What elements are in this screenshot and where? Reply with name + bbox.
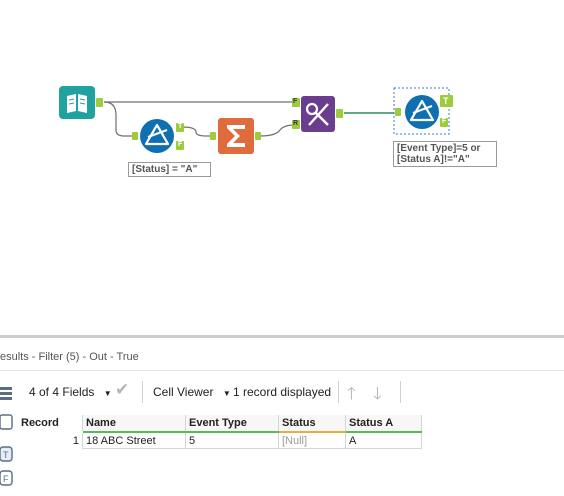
svg-text:T: T xyxy=(3,450,9,460)
apply-check-icon[interactable]: ✔ xyxy=(115,380,129,400)
join-tool[interactable]: F R xyxy=(292,95,344,133)
join-right-anchor-label: R xyxy=(293,120,299,127)
true-anchor-label: T xyxy=(443,96,449,106)
filter-tool-selected[interactable]: T F xyxy=(392,86,456,136)
false-anchor-label: F xyxy=(442,118,447,125)
filter-annotation: [Status] = "A" xyxy=(128,162,211,177)
cell-status[interactable]: [Null] xyxy=(278,432,346,449)
cell-record: 1 xyxy=(18,432,83,449)
arrow-up-icon[interactable]: 🡑 xyxy=(347,381,356,410)
join-left-anchor-label: F xyxy=(293,98,298,105)
table-row[interactable]: 1 18 ABC Street 5 [Null] A xyxy=(18,432,422,449)
results-table: Record Name Event Type Status Status A 1… xyxy=(18,415,422,449)
toolbar-divider xyxy=(338,381,339,403)
filter-annotation-line: [Event Type]=5 or xyxy=(397,143,481,154)
results-title-bar: esults - Filter (5) - Out - True xyxy=(0,338,564,371)
results-side-toolbar: T F xyxy=(0,377,16,491)
false-anchor-label: F xyxy=(178,141,183,148)
column-header-status-a[interactable]: Status A xyxy=(345,415,422,433)
fields-label: 4 of 4 Fields xyxy=(29,385,95,399)
column-header-record[interactable]: Record xyxy=(18,415,83,432)
side-toolbar-icons: T F xyxy=(0,387,13,486)
results-toolbar: 4 of 4 Fields ▼ ✔ Cell Viewer ▼ 1 record… xyxy=(18,375,564,409)
toolbar-divider xyxy=(142,381,143,403)
connection-summarize-to-join xyxy=(259,124,295,137)
table-header-row: Record Name Event Type Status Status A xyxy=(18,415,422,433)
records-displayed: 1 record displayed xyxy=(233,385,332,399)
true-anchor-label: T xyxy=(178,123,183,130)
cell-status-a[interactable]: A xyxy=(345,432,422,449)
input-anchor-icon xyxy=(0,414,13,430)
column-header-event-type[interactable]: Event Type xyxy=(185,415,279,433)
summarize-tool[interactable] xyxy=(210,117,262,155)
chevron-down-icon: ▼ xyxy=(103,389,112,398)
arrow-down-icon[interactable]: 🡓 xyxy=(373,381,382,410)
filter-tool[interactable]: T F xyxy=(132,117,186,157)
workflow-canvas[interactable]: T F [Status] = "A" F R T F [Event Type]=… xyxy=(0,0,564,335)
connection-filter-to-summarize xyxy=(181,126,212,137)
connection-input-to-filter xyxy=(103,101,134,137)
join-icon xyxy=(292,96,343,132)
filter-annotation: [Event Type]=5 or [Status A]!="A" xyxy=(393,141,497,167)
input-data-tool[interactable] xyxy=(59,86,103,119)
cell-event-type[interactable]: 5 xyxy=(185,432,279,449)
column-header-name[interactable]: Name xyxy=(82,415,186,433)
fields-dropdown[interactable]: 4 of 4 Fields ▼ xyxy=(29,385,112,399)
cell-viewer-label: Cell Viewer xyxy=(153,385,214,399)
column-header-status[interactable]: Status xyxy=(278,415,346,433)
summarize-icon xyxy=(210,118,261,154)
results-window: esults - Filter (5) - Out - True T F 4 o… xyxy=(0,335,564,491)
output-anchor xyxy=(96,98,103,107)
svg-text:F: F xyxy=(3,474,9,484)
workflow-connections xyxy=(103,101,394,137)
toolbar-divider xyxy=(400,381,401,403)
filter-icon xyxy=(393,87,453,135)
input-data-icon xyxy=(59,86,103,119)
filter-annotation-text: [Status] = "A" xyxy=(132,164,198,175)
list-view-icon xyxy=(0,387,12,400)
cell-name[interactable]: 18 ABC Street xyxy=(82,432,186,449)
results-title: esults - Filter (5) - Out - True xyxy=(0,351,139,363)
filter-annotation-line: [Status A]!="A" xyxy=(397,154,470,165)
cell-viewer-dropdown[interactable]: Cell Viewer ▼ xyxy=(153,385,231,399)
chevron-down-icon: ▼ xyxy=(222,389,231,398)
